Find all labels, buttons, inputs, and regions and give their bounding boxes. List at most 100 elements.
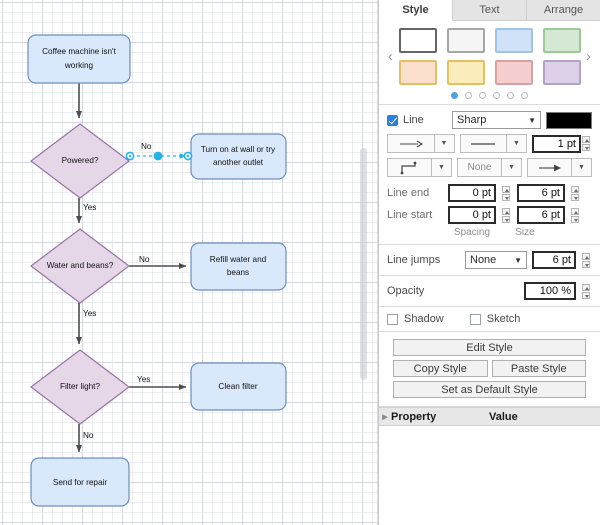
line-start-size-stepper[interactable]	[571, 208, 581, 223]
diagram-editor-window: Coffee machine isn't working Powered? Tu…	[0, 0, 600, 525]
swatch-orange[interactable]	[399, 60, 437, 85]
opacity-label: Opacity	[387, 285, 519, 297]
diagram-canvas[interactable]: Coffee machine isn't working Powered? Tu…	[0, 0, 378, 525]
node-refill-label-line1: Refill water and	[210, 255, 267, 264]
line-pattern-picker[interactable]: ▼	[460, 134, 528, 153]
shadow-checkbox[interactable]	[387, 314, 398, 325]
swatch-green[interactable]	[543, 28, 581, 53]
line-start-spacing-stepper[interactable]	[502, 208, 512, 223]
copy-style-button[interactable]: Copy Style	[393, 360, 488, 377]
line-jumps-size-input[interactable]: 6 pt	[532, 251, 576, 269]
format-panel-tabs: Style Text Arrange	[379, 0, 600, 21]
node-powered-label: Powered?	[62, 156, 99, 165]
tab-text[interactable]: Text	[453, 0, 527, 21]
format-panel: Style Text Arrange ‹ ›	[378, 0, 600, 525]
waypoint-style-picker[interactable]: ▼	[387, 158, 452, 177]
line-end-size-input[interactable]: 6 pt	[517, 184, 565, 202]
swatch-yellow[interactable]	[447, 60, 485, 85]
line-end-style-value: None	[468, 162, 492, 173]
edge-midpoint-handle[interactable]	[154, 152, 162, 160]
pagination-dot-1[interactable]	[451, 92, 458, 99]
node-clean-label: Clean filter	[218, 382, 257, 391]
node-powered[interactable]: Powered?	[31, 124, 129, 198]
chevron-down-icon[interactable]: ▼	[507, 134, 527, 153]
chevron-left-icon[interactable]: ‹	[383, 49, 399, 64]
edge-label-no-2: No	[139, 255, 150, 264]
sketch-label: Sketch	[487, 313, 521, 325]
line-start-spacing-input[interactable]: 0 pt	[448, 206, 496, 224]
edit-style-button[interactable]: Edit Style	[393, 339, 586, 356]
sketch-checkbox[interactable]	[470, 314, 481, 325]
node-outlet-label-line2: another outlet	[213, 158, 264, 167]
chevron-down-icon[interactable]: ▼	[435, 134, 455, 153]
canvas-vertical-scrollbar[interactable]	[360, 148, 367, 380]
line-end-spacing-input[interactable]: 0 pt	[448, 184, 496, 202]
edge-label-yes-2: Yes	[83, 309, 96, 318]
line-jumps-section: Line jumps None ▼ 6 pt	[379, 245, 600, 276]
property-column-header: Property	[391, 411, 489, 423]
swatch-blue[interactable]	[495, 28, 533, 53]
shadow-label: Shadow	[404, 313, 444, 325]
chevron-down-icon[interactable]: ▼	[502, 158, 522, 177]
node-start[interactable]: Coffee machine isn't working	[28, 35, 130, 83]
edge-powered-to-outlet-selected[interactable]	[126, 152, 191, 160]
node-filter[interactable]: Filter light?	[31, 350, 129, 424]
line-end-size-stepper[interactable]	[571, 186, 581, 201]
line-end-style-picker[interactable]: None ▼	[457, 158, 522, 177]
paste-style-button[interactable]: Paste Style	[492, 360, 587, 377]
swatch-light-gray[interactable]	[447, 28, 485, 53]
pagination-dot-4[interactable]	[493, 92, 500, 99]
chevron-down-icon: ▼	[528, 116, 536, 125]
line-color-swatch[interactable]	[546, 112, 592, 129]
line-start-arrow-picker[interactable]: ▼	[387, 134, 455, 153]
pagination-dot-5[interactable]	[507, 92, 514, 99]
line-end-spacing-stepper[interactable]	[502, 186, 512, 201]
arrow-filled-right-icon	[527, 158, 572, 177]
pagination-dot-2[interactable]	[465, 92, 472, 99]
style-actions-section: Edit Style Copy Style Paste Style Set as…	[379, 332, 600, 407]
chevron-down-icon[interactable]: ▼	[572, 158, 592, 177]
chevron-down-icon[interactable]: ▼	[432, 158, 452, 177]
line-start-label: Line start	[387, 209, 443, 221]
line-end-arrow-picker[interactable]: ▼	[527, 158, 592, 177]
line-style-select[interactable]: Sharp ▼	[452, 111, 541, 129]
swatch-purple[interactable]	[543, 60, 581, 85]
node-refill[interactable]: Refill water and beans	[191, 243, 286, 290]
opacity-stepper[interactable]	[582, 284, 592, 299]
line-width-stepper[interactable]	[582, 136, 592, 151]
chevron-right-icon[interactable]: ›	[581, 49, 597, 64]
line-jumps-size-stepper[interactable]	[582, 253, 592, 268]
shadow-checkbox-row[interactable]: Shadow	[387, 313, 444, 325]
node-water-label: Water and beans?	[47, 261, 114, 270]
pagination-dot-6[interactable]	[521, 92, 528, 99]
node-outlet-label-line1: Turn on at wall or try	[201, 145, 276, 154]
tab-arrange[interactable]: Arrange	[527, 0, 600, 21]
node-repair[interactable]: Send for repair	[31, 458, 129, 506]
node-water[interactable]: Water and beans?	[31, 229, 129, 303]
line-width-input[interactable]: 1 pt	[532, 135, 581, 153]
swatch-red[interactable]	[495, 60, 533, 85]
node-outlet[interactable]: Turn on at wall or try another outlet	[191, 134, 286, 179]
sketch-checkbox-row[interactable]: Sketch	[470, 313, 521, 325]
line-start-size-input[interactable]: 6 pt	[517, 206, 565, 224]
node-refill-label-line2: beans	[227, 268, 249, 277]
line-jumps-select[interactable]: None ▼	[465, 251, 527, 269]
opacity-section: Opacity 100 %	[379, 276, 600, 307]
pagination-dot-3[interactable]	[479, 92, 486, 99]
arrow-right-icon	[387, 134, 435, 153]
opacity-input[interactable]: 100 %	[524, 282, 576, 300]
property-table-body[interactable]	[379, 426, 600, 525]
edge-label-no-1: No	[141, 142, 152, 151]
set-as-default-style-button[interactable]: Set as Default Style	[393, 381, 586, 398]
node-clean[interactable]: Clean filter	[191, 363, 286, 410]
chevron-down-icon: ▼	[514, 256, 522, 265]
node-repair-label: Send for repair	[53, 478, 107, 487]
triangle-right-icon[interactable]: ▶	[379, 413, 391, 421]
tab-style[interactable]: Style	[379, 0, 453, 21]
line-checkbox[interactable]	[387, 115, 398, 126]
line-end-label: Line end	[387, 187, 443, 199]
property-table-header: ▶ Property Value	[379, 407, 600, 426]
swatch-white[interactable]	[399, 28, 437, 53]
size-caption: Size	[501, 227, 549, 238]
effects-section: Shadow Sketch	[379, 307, 600, 332]
